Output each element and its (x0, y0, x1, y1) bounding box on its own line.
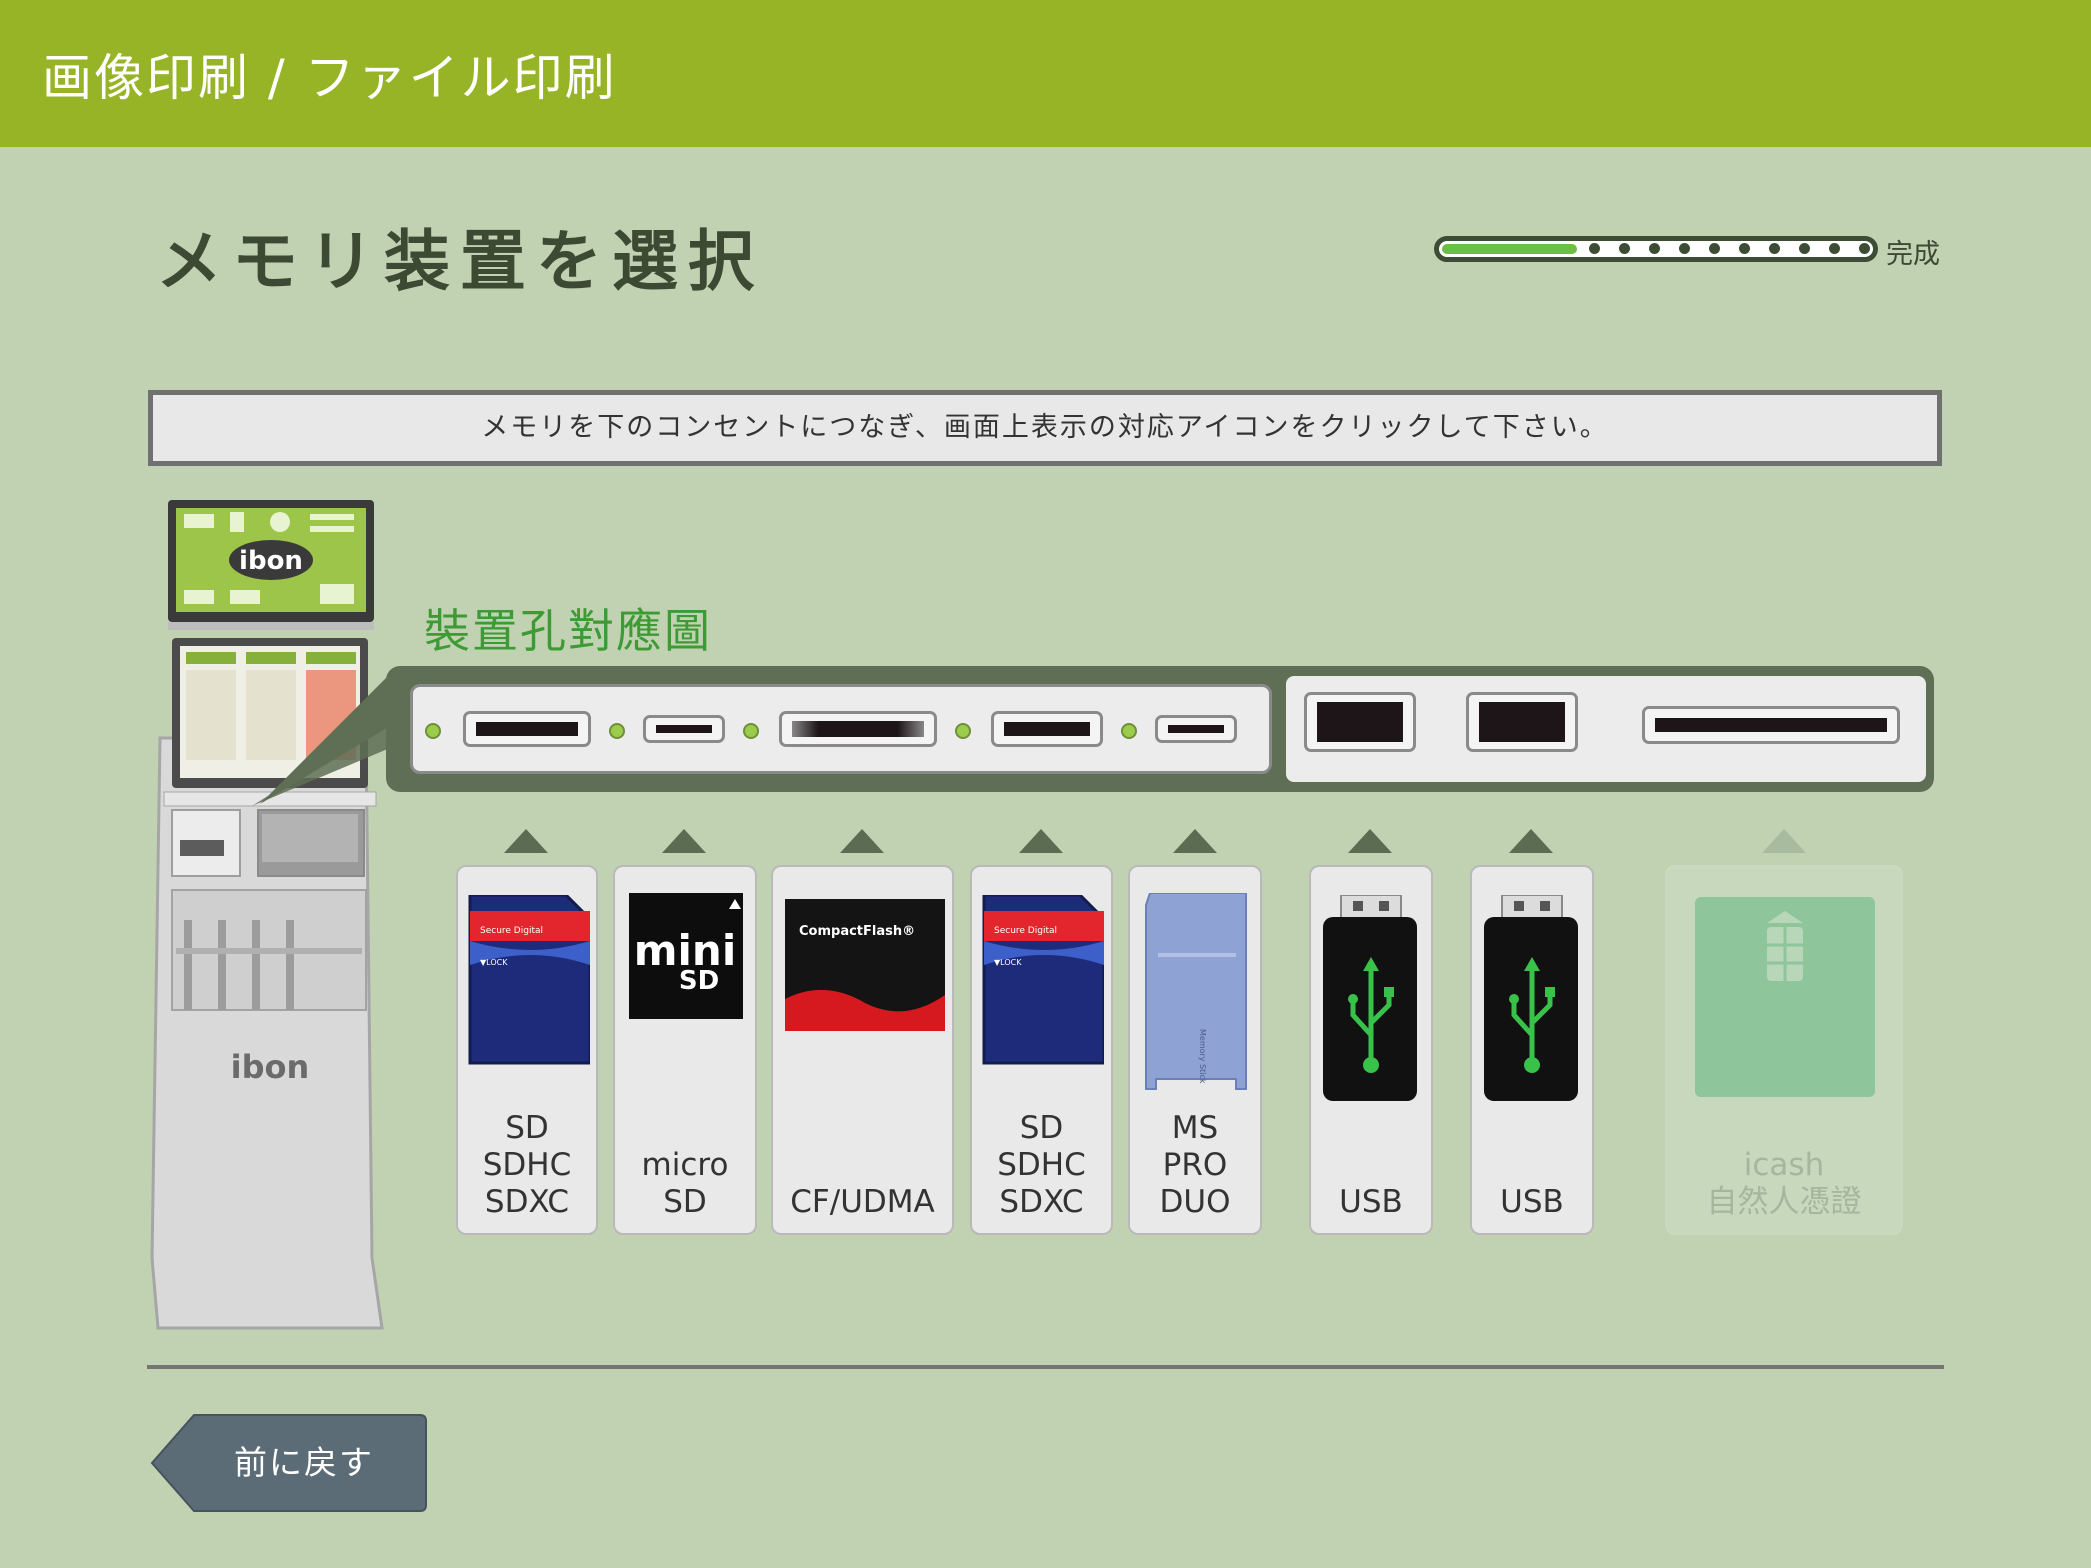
device-card-sd[interactable]: Secure Digital ▼LOCK SD SDHC SDXC (456, 865, 598, 1235)
device-label: MS PRO DUO (1159, 1110, 1231, 1220)
usb-drive-icon (1484, 895, 1578, 1101)
progress-dots (1589, 243, 1870, 254)
progress-indicator (1434, 236, 1878, 262)
progress-fill (1442, 244, 1577, 254)
slot-pointer-arrow (662, 829, 706, 853)
device-card-ms[interactable]: Memory Stick MS PRO DUO (1128, 865, 1262, 1235)
progress-step-dot (1739, 243, 1750, 254)
microsd-slot (643, 715, 725, 743)
usb-port-1 (1304, 692, 1416, 752)
progress-step-dot (1619, 243, 1630, 254)
device-label: SD SDHC SDXC (997, 1110, 1086, 1220)
usb-drive-icon (1323, 895, 1417, 1101)
slot-indicator-led (1121, 723, 1137, 739)
slot-pointer-arrow-disabled (1762, 829, 1806, 853)
slot-pointer-arrow (1348, 829, 1392, 853)
slot-panel (386, 666, 1934, 792)
kiosk-logo-body: ibon (231, 1048, 310, 1086)
slot-indicator-led (955, 723, 971, 739)
svg-text:▼LOCK: ▼LOCK (994, 958, 1022, 967)
svg-text:▼LOCK: ▼LOCK (480, 958, 508, 967)
progress-step-dot (1859, 243, 1870, 254)
device-card-cf[interactable]: CompactFlash® CF/UDMA (771, 865, 954, 1235)
svg-text:CompactFlash®: CompactFlash® (799, 924, 915, 939)
sd-slot-2 (991, 711, 1103, 747)
progress-step-dot (1709, 243, 1720, 254)
back-button[interactable]: 前に戻す (150, 1413, 428, 1513)
slot-pointer-arrow (504, 829, 548, 853)
minisd-card-icon: mini SD (629, 893, 743, 1019)
svg-text:Memory Stick: Memory Stick (1198, 1029, 1207, 1084)
device-card-sd-2[interactable]: Secure Digital ▼LOCK SD SDHC SDXC (970, 865, 1113, 1235)
progress-step-dot (1829, 243, 1840, 254)
sd-card-icon: Secure Digital ▼LOCK (982, 895, 1104, 1065)
card-slot-group (410, 684, 1272, 774)
slot-pointer-arrow (1509, 829, 1553, 853)
device-label: micro SD (641, 1147, 729, 1220)
progress-step-dot (1799, 243, 1810, 254)
usb-port-2 (1466, 692, 1578, 752)
device-card-microsd[interactable]: mini SD micro SD (613, 865, 757, 1235)
header-bar: 画像印刷 / ファイル印刷 (0, 0, 2091, 147)
svg-text:Secure Digital: Secure Digital (994, 926, 1057, 936)
compactflash-card-icon: CompactFlash® (785, 899, 945, 1031)
device-label: USB (1500, 1184, 1564, 1220)
slot-pointer-arrow (1019, 829, 1063, 853)
footer-divider (147, 1365, 1944, 1369)
smart-card-slot (1642, 706, 1900, 744)
ibon-kiosk-illustration: ibon ibon (150, 500, 390, 1330)
instruction-box: メモリを下のコンセントにつなぎ、画面上表示の対応アイコンをクリックして下さい。 (148, 390, 1942, 466)
page-title: メモリ装置を選択 (156, 223, 764, 300)
slot-indicator-led (609, 723, 625, 739)
progress-step-dot (1649, 243, 1660, 254)
device-label: SD SDHC SDXC (482, 1110, 572, 1220)
slot-indicator-led (425, 723, 441, 739)
device-card-icash-disabled: icash 自然人憑證 (1665, 865, 1903, 1235)
back-button-label: 前に戻す (234, 1443, 374, 1482)
device-map-title: 裝置孔對應圖 (424, 604, 712, 658)
slot-pointer-arrow (1173, 829, 1217, 853)
cf-slot (779, 711, 937, 747)
smart-card-icon (1695, 897, 1875, 1097)
device-card-usb-2[interactable]: USB (1470, 865, 1594, 1235)
slot-pointer-arrow (840, 829, 884, 853)
svg-text:Secure Digital: Secure Digital (480, 926, 543, 936)
kiosk-logo-top: ibon (239, 546, 303, 576)
header-title: 画像印刷 / ファイル印刷 (42, 49, 617, 107)
device-label: icash 自然人憑證 (1706, 1147, 1862, 1220)
progress-complete-label: 完成 (1886, 239, 1940, 270)
device-label: CF/UDMA (790, 1184, 935, 1220)
sd-card-icon: Secure Digital ▼LOCK (468, 895, 590, 1065)
ms-slot (1155, 715, 1237, 743)
svg-text:SD: SD (679, 966, 719, 996)
callout-pointer (260, 674, 390, 804)
slot-indicator-led (743, 723, 759, 739)
device-label: USB (1339, 1184, 1403, 1220)
progress-step-dot (1769, 243, 1780, 254)
usb-slot-group (1286, 676, 1926, 782)
sd-slot (463, 711, 591, 747)
progress-step-dot (1589, 243, 1600, 254)
device-card-usb-1[interactable]: USB (1309, 865, 1433, 1235)
progress-step-dot (1679, 243, 1690, 254)
memory-stick-icon: Memory Stick (1145, 893, 1247, 1090)
